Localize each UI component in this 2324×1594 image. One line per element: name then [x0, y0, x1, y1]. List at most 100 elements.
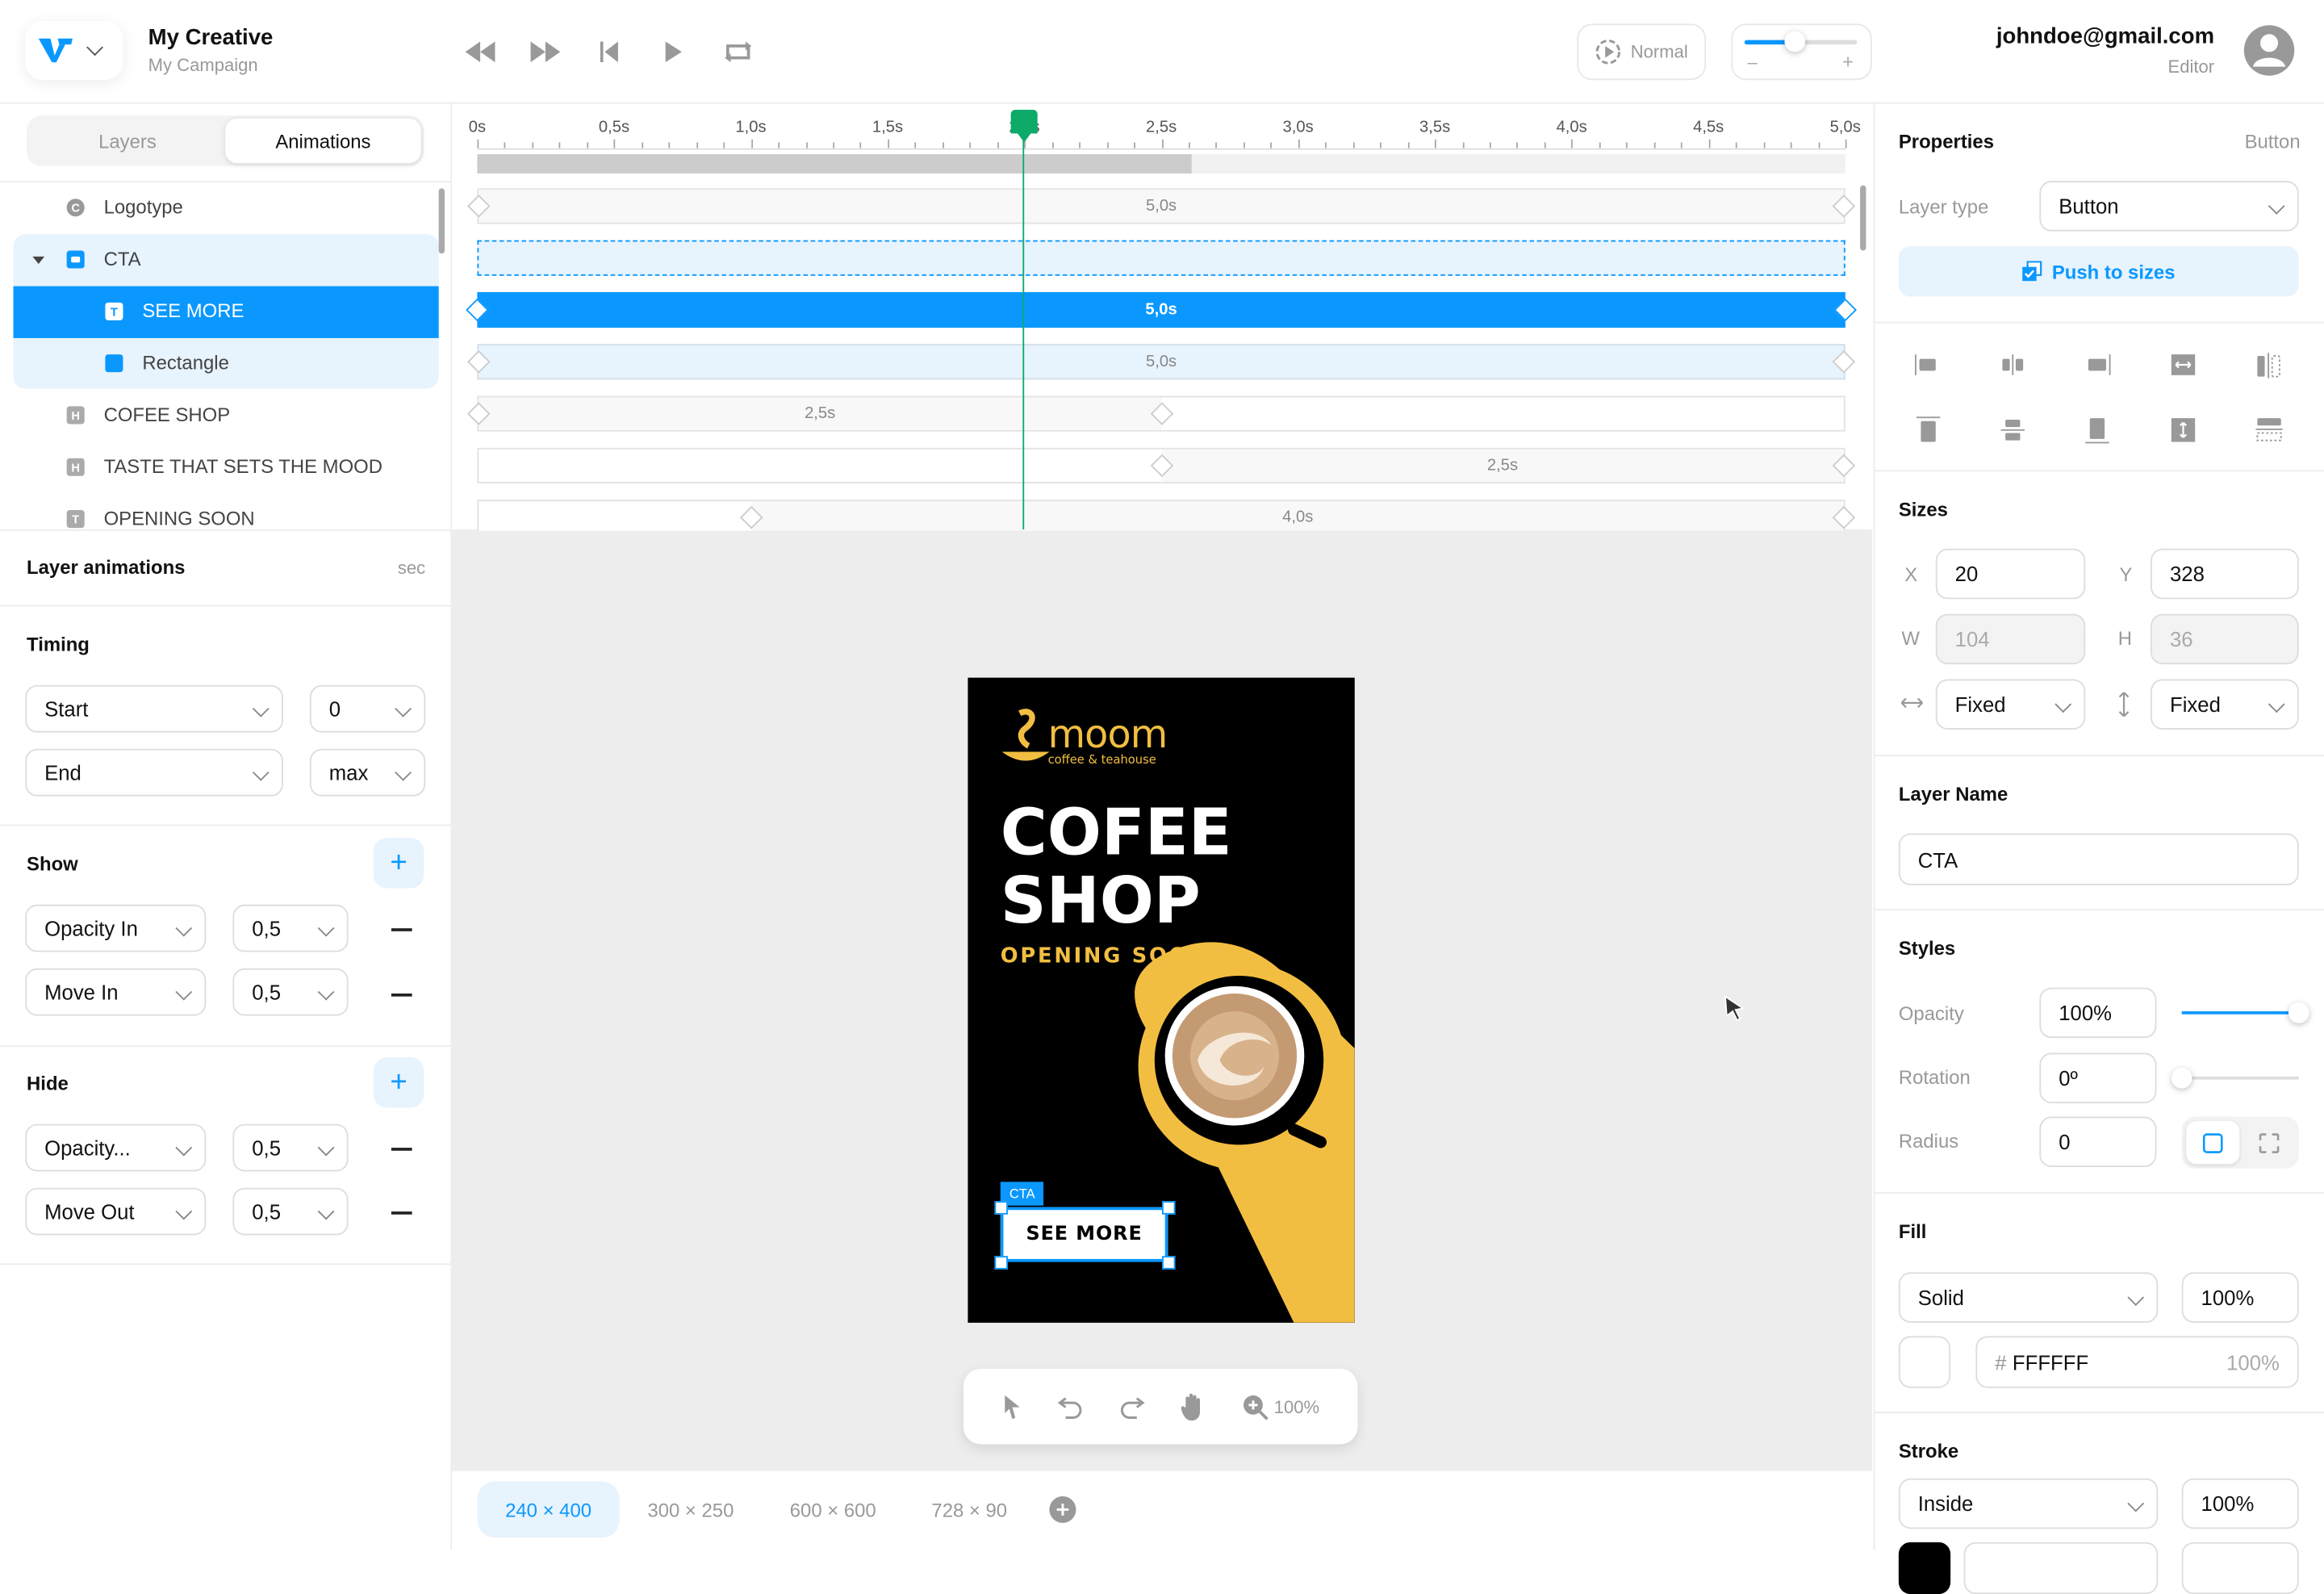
size-tab-240x400[interactable]: 240 × 400	[477, 1481, 620, 1538]
rotation-slider[interactable]	[2171, 1067, 2299, 1089]
opacity-slider-knob[interactable]	[2288, 1002, 2309, 1023]
show-duration-2-select[interactable]: 0,5	[232, 968, 349, 1016]
show-duration-1-select[interactable]: 0,5	[232, 904, 349, 952]
layer-row[interactable]: H COFEE SHOP	[14, 390, 439, 441]
timeline-track[interactable]: 5,0s	[466, 188, 1856, 224]
add-size-button[interactable]	[1049, 1496, 1076, 1523]
rotation-slider-knob[interactable]	[2171, 1067, 2192, 1089]
add-hide-animation-button[interactable]: +	[373, 1057, 424, 1108]
subline[interactable]: OPENING SOON	[1001, 944, 1209, 968]
h-input[interactable]: 36	[2151, 613, 2299, 665]
fill-type-select[interactable]: Solid	[1898, 1272, 2159, 1323]
fill-opacity-input[interactable]: 100%	[2181, 1272, 2299, 1323]
layer-row[interactable]: C Logotype	[14, 182, 439, 234]
layer-row[interactable]: T SEE MORE	[13, 286, 439, 338]
size-tab-300x250[interactable]: 300 × 250	[627, 1481, 754, 1538]
opacity-slider[interactable]	[2181, 1002, 2309, 1023]
canvas-area[interactable]: moom coffee & teahouse COFEE SHOP OPENIN…	[452, 530, 1872, 1471]
playback-speed-button[interactable]: Normal	[1577, 23, 1707, 81]
zoom-slider-track[interactable]	[1744, 31, 1858, 52]
stretch-horizontal-icon[interactable]	[2168, 350, 2198, 380]
layer-type-select[interactable]: Button	[2039, 181, 2299, 232]
x-input[interactable]: 20	[1935, 548, 2086, 600]
timeline-track[interactable]: 5,0s	[466, 291, 1858, 328]
timing-start-value[interactable]: 0	[309, 684, 426, 733]
resize-handle-top-left[interactable]	[994, 1201, 1008, 1215]
radius-individual-button[interactable]	[2244, 1121, 2294, 1164]
timeline-ruler[interactable]: 0s0,5s1,0s1,5s2,0s2,5s3,0s3,5s4,0s4,5s5,…	[452, 104, 1872, 154]
playhead[interactable]	[1011, 109, 1039, 529]
layer-row[interactable]: H TASTE THAT SETS THE MOOD	[14, 442, 439, 494]
stretch-vertical-icon[interactable]	[2168, 415, 2198, 445]
cta-button[interactable]: SEE MORE	[1000, 1207, 1168, 1262]
timeline-scrollbar[interactable]	[1860, 185, 1866, 251]
hide-duration-2-select[interactable]: 0,5	[232, 1187, 349, 1236]
zoom-in-button[interactable]: +	[1842, 50, 1854, 73]
align-center-horizontal-icon[interactable]	[1998, 350, 2028, 380]
stroke-width-input[interactable]	[2181, 1542, 2299, 1594]
timing-end-value[interactable]: max	[309, 748, 426, 797]
select-tool-icon[interactable]	[1001, 1393, 1022, 1420]
resize-handle-bottom-left[interactable]	[994, 1256, 1008, 1270]
loop-button[interactable]	[719, 32, 758, 71]
opacity-input[interactable]: 100%	[2039, 987, 2157, 1039]
skip-to-start-button[interactable]	[590, 32, 629, 71]
layer-name-input[interactable]: CTA	[1898, 833, 2299, 885]
size-tab-728x90[interactable]: 728 × 90	[912, 1481, 1027, 1538]
layer-row[interactable]: CTA	[14, 234, 439, 286]
zoom-out-button[interactable]: –	[1748, 52, 1758, 73]
fill-color-swatch[interactable]	[1898, 1336, 1951, 1388]
avatar[interactable]	[2243, 25, 2295, 76]
headline[interactable]: COFEE SHOP	[1001, 799, 1232, 935]
timing-end-select[interactable]: End	[25, 748, 283, 797]
canvas-zoom-control[interactable]: 100%	[1241, 1393, 1319, 1420]
align-center-vertical-icon[interactable]	[1998, 415, 2028, 445]
hide-effect-2-select[interactable]: Move Out	[25, 1187, 207, 1236]
rotation-input[interactable]: 0º	[2039, 1052, 2157, 1103]
undo-icon[interactable]	[1057, 1393, 1084, 1420]
show-effect-2-select[interactable]: Move In	[25, 968, 207, 1016]
remove-show-effect-1-button[interactable]	[391, 928, 412, 931]
play-button[interactable]	[654, 32, 692, 71]
stroke-color-swatch[interactable]	[1898, 1542, 1951, 1594]
zoom-slider-knob[interactable]	[1784, 31, 1806, 52]
timeline-track[interactable]: 5,0s	[466, 344, 1856, 380]
app-menu-button[interactable]	[25, 20, 123, 81]
align-right-icon[interactable]	[2083, 350, 2113, 380]
rewind-button[interactable]	[461, 32, 499, 71]
hide-effect-1-select[interactable]: Opacity...	[25, 1123, 207, 1172]
animation-segment[interactable]: 5,0s	[479, 190, 1844, 223]
radius-uniform-button[interactable]	[2186, 1121, 2240, 1165]
distribute-horizontal-icon[interactable]	[2255, 350, 2284, 380]
tab-animations[interactable]: Animations	[225, 118, 421, 164]
resize-handle-top-right[interactable]	[1162, 1201, 1176, 1215]
vertical-resize-mode-select[interactable]: Fixed	[2151, 679, 2299, 730]
add-show-animation-button[interactable]: +	[373, 838, 424, 889]
remove-hide-effect-1-button[interactable]	[391, 1148, 412, 1151]
banner-preview[interactable]: moom coffee & teahouse COFEE SHOP OPENIN…	[968, 677, 1355, 1323]
fill-hex-input[interactable]: # FFFFFF 100%	[1975, 1336, 2299, 1388]
animation-segment[interactable]: 5,0s	[477, 291, 1845, 328]
y-input[interactable]: 328	[2151, 548, 2299, 600]
radius-input[interactable]: 0	[2039, 1116, 2157, 1167]
timeline-track[interactable]: 2,5s	[466, 395, 1845, 432]
timeline-track[interactable]: 4,0s	[477, 500, 1856, 536]
push-to-sizes-button[interactable]: Push to sizes	[1898, 245, 2299, 297]
hide-duration-1-select[interactable]: 0,5	[232, 1123, 349, 1172]
align-bottom-icon[interactable]	[2083, 415, 2113, 445]
resize-handle-bottom-right[interactable]	[1162, 1256, 1176, 1270]
horizontal-resize-mode-select[interactable]: Fixed	[1935, 679, 2086, 730]
distribute-vertical-icon[interactable]	[2255, 415, 2284, 445]
timeline-track[interactable]: 2,5s	[477, 447, 1856, 483]
align-top-icon[interactable]	[1913, 415, 1943, 445]
animation-segment[interactable]: 4,0s	[751, 501, 1844, 534]
expand-caret-icon[interactable]	[32, 256, 45, 265]
tab-layers[interactable]: Layers	[30, 119, 225, 163]
timing-start-select[interactable]: Start	[25, 684, 283, 733]
redo-icon[interactable]	[1118, 1393, 1145, 1420]
align-left-icon[interactable]	[1913, 350, 1943, 380]
size-tab-600x600[interactable]: 600 × 600	[769, 1481, 897, 1538]
show-effect-1-select[interactable]: Opacity In	[25, 904, 207, 952]
timeline-track[interactable]	[477, 240, 1845, 276]
stroke-position-select[interactable]: Inside	[1898, 1478, 2159, 1529]
